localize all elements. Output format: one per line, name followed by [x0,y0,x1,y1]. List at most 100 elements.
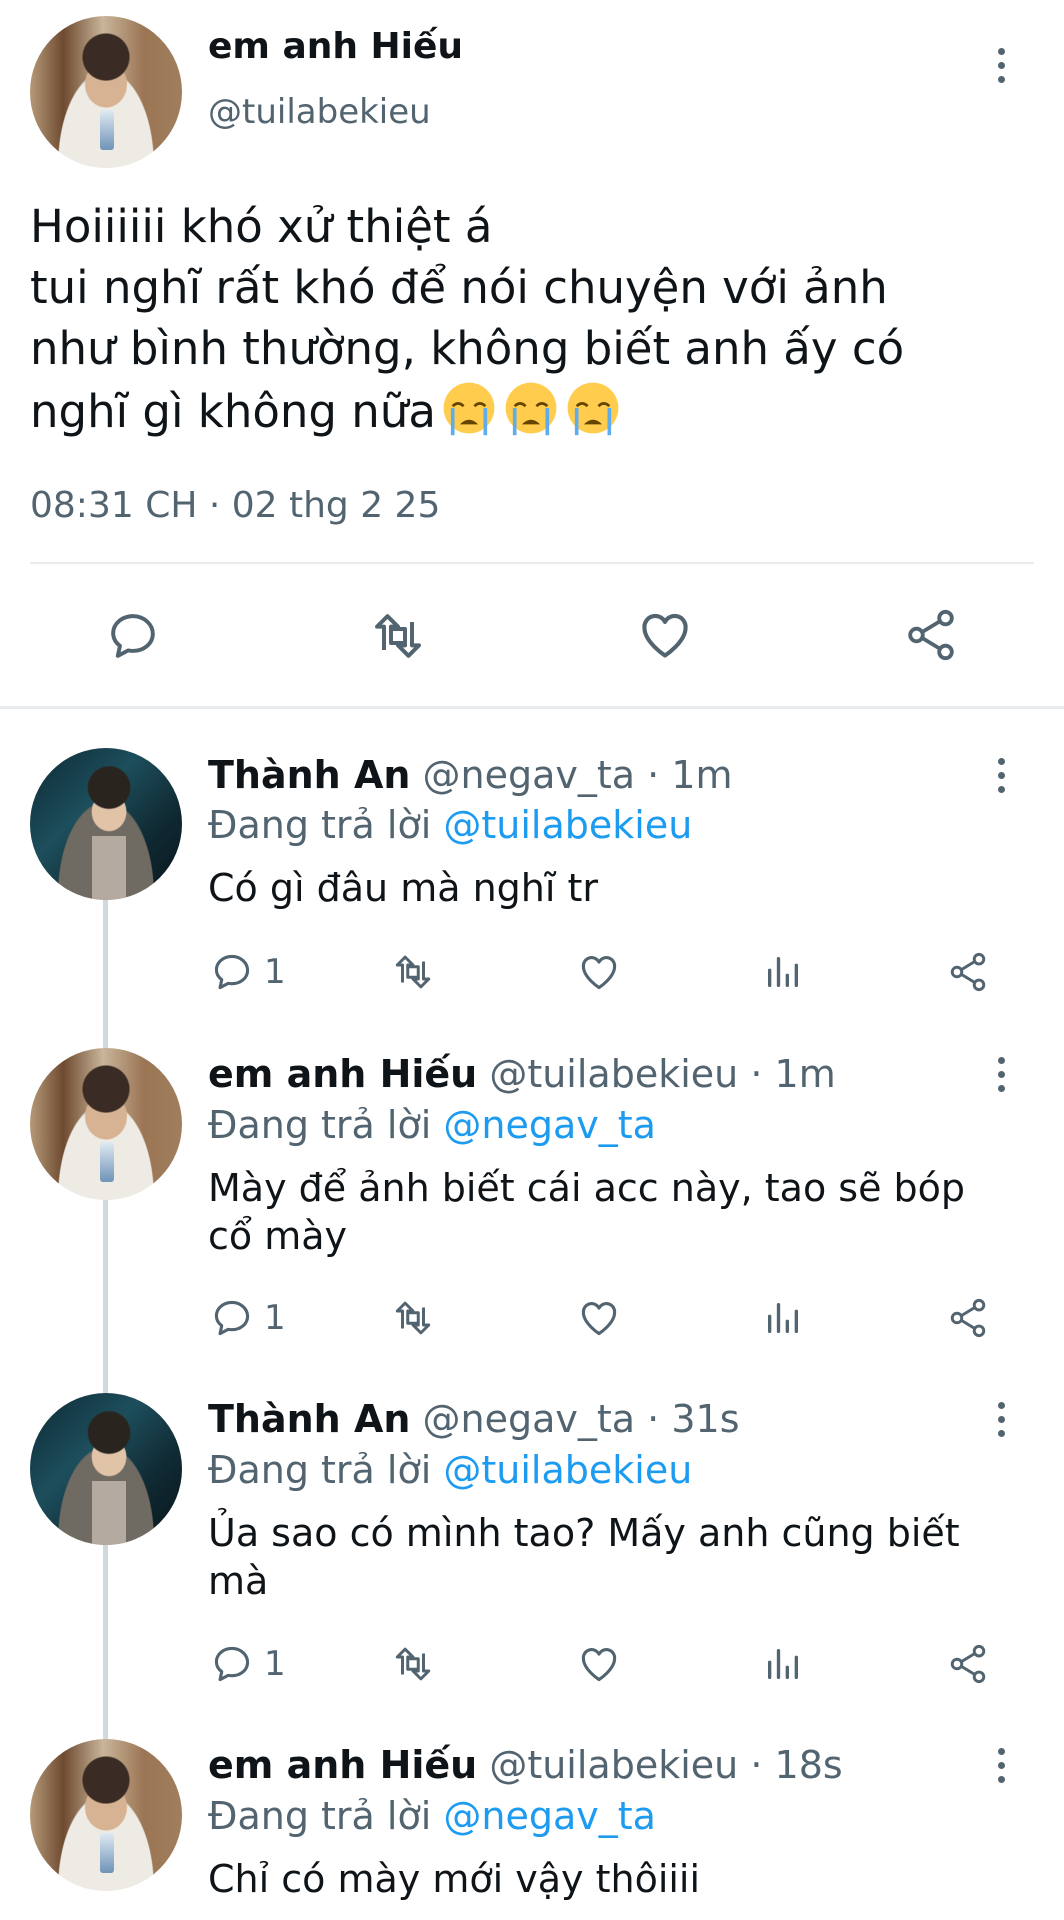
heart-icon [581,1648,617,1682]
main-author-name[interactable]: em anh Hiếu [208,26,463,67]
reply-views-button[interactable] [763,1644,803,1684]
reply-views-button[interactable] [763,952,803,992]
reply-author-handle[interactable]: @tuilabekieu [489,1743,738,1787]
main-share-button[interactable] [902,606,960,664]
reply-separator: · [750,1743,763,1787]
main-tweet-line: tui nghĩ rất khó để nói chuyện với ảnh [30,261,888,314]
main-retweet-button[interactable] [368,608,428,664]
reply-mention-link[interactable]: @negav_ta [443,1794,656,1838]
bar-chart-icon [768,1649,798,1679]
reply-reply-button[interactable]: 1 [210,1296,286,1340]
speech-bubble-icon [214,954,250,990]
reply-author-avatar[interactable] [30,1739,182,1891]
reply-more-options-icon[interactable] [996,1057,1006,1092]
reply-count: 1 [264,952,286,992]
reply-text: Ủa sao có mình tao? Mấy anh cũng biết mà [208,1511,960,1603]
divider [30,562,1034,564]
reply-time[interactable]: 1m [775,1052,836,1096]
reply-like-button[interactable] [577,1642,621,1686]
reply-retweet-button[interactable] [390,1643,436,1685]
share-icon [950,952,986,992]
reply-time[interactable]: 1m [671,753,732,797]
reply-text: Có gì đâu mà nghĩ tr [208,866,599,910]
reply-author-avatar[interactable] [30,1048,182,1200]
retweet-icon [395,1301,431,1335]
main-reply-button[interactable] [105,608,161,664]
reply-mention-link[interactable]: @tuilabekieu [443,1448,692,1492]
main-more-options-icon[interactable] [996,48,1006,83]
reply-author-name[interactable]: em anh Hiếu [208,1743,477,1787]
main-tweet-line-last: nghĩ gì không nữa [30,379,1040,442]
crying-face-emoji-icon [567,382,619,436]
tweet-detail-page: em anh Hiếu @tuilabekieu Hoiiiiii khó xử… [0,0,1064,1920]
replying-label: Đang trả lời [208,803,432,847]
crying-face-emoji-icon [443,382,495,436]
reply-views-button[interactable] [763,1298,803,1338]
reply-separator: · [647,753,660,797]
reply-author-handle[interactable]: @tuilabekieu [489,1052,738,1096]
reply-time[interactable]: 18s [775,1743,843,1787]
reply-header: em anh Hiếu @tuilabekieu · 1m [208,1052,836,1096]
retweet-icon [395,955,431,989]
reply-text: Mày để ảnh biết cái acc này, tao sẽ bóp … [208,1166,966,1258]
main-like-button[interactable] [636,606,694,664]
replying-to: Đang trả lời @tuilabekieu [208,1448,692,1492]
main-tweet-line: Hoiiiiii khó xử thiệt á [30,200,493,253]
reply-count: 1 [264,1644,286,1684]
reply-reply-button[interactable]: 1 [210,1642,286,1686]
reply-share-button[interactable] [946,1296,990,1340]
retweet-icon [395,1647,431,1681]
replying-label: Đang trả lời [208,1794,432,1838]
share-icon [908,609,954,661]
heart-icon [642,613,688,658]
reply-header: Thành An @negav_ta · 31s [208,1397,740,1441]
share-icon [950,1298,986,1338]
speech-bubble-icon [214,1646,250,1682]
reply-author-name[interactable]: Thành An [208,1397,410,1441]
main-tweet-timestamp[interactable]: 08:31 CH · 02 thg 2 25 [30,485,440,526]
reply-retweet-button[interactable] [390,1297,436,1339]
thread-line [103,1200,108,1395]
reply-header: em anh Hiếu @tuilabekieu · 18s [208,1743,843,1787]
reply-author-name[interactable]: Thành An [208,753,410,797]
main-author-avatar[interactable] [30,16,182,168]
reply-retweet-button[interactable] [390,951,436,993]
reply-author-avatar[interactable] [30,1393,182,1545]
replying-to: Đang trả lời @tuilabekieu [208,803,692,847]
replying-label: Đang trả lời [208,1103,432,1147]
speech-bubble-icon [111,614,155,658]
main-tweet-text: Hoiiiiii khó xử thiệt á tui nghĩ rất khó… [30,196,1040,442]
reply-count: 1 [264,1298,286,1338]
reply-mention-link[interactable]: @negav_ta [443,1103,656,1147]
main-author-handle[interactable]: @tuilabekieu [208,92,431,132]
replying-label: Đang trả lời [208,1448,432,1492]
reply-like-button[interactable] [577,1296,621,1340]
thread-line [103,900,108,1050]
reply-like-button[interactable] [577,950,621,994]
reply-more-options-icon[interactable] [996,758,1006,793]
reply-header: Thành An @negav_ta · 1m [208,753,733,797]
main-tweet-line: như bình thường, không biết anh ấy có [30,322,905,375]
heart-icon [581,1302,617,1336]
speech-bubble-icon [214,1300,250,1336]
heart-icon [581,956,617,990]
reply-mention-link[interactable]: @tuilabekieu [443,803,692,847]
reply-separator: · [647,1397,660,1441]
reply-share-button[interactable] [946,950,990,994]
reply-author-name[interactable]: em anh Hiếu [208,1052,477,1096]
reply-author-handle[interactable]: @negav_ta [423,1397,636,1441]
reply-more-options-icon[interactable] [996,1402,1006,1437]
reply-more-options-icon[interactable] [996,1748,1006,1783]
reply-time[interactable]: 31s [671,1397,739,1441]
share-icon [950,1644,986,1684]
reply-separator: · [750,1052,763,1096]
reply-author-avatar[interactable] [30,748,182,900]
crying-face-emoji-icon [505,382,557,436]
main-tweet-line: nghĩ gì không nữa [30,385,436,438]
replying-to: Đang trả lời @negav_ta [208,1794,656,1838]
retweet-icon [375,614,421,658]
reply-reply-button[interactable]: 1 [210,950,286,994]
reply-share-button[interactable] [946,1642,990,1686]
reply-text: Chỉ có mày mới vậy thôiiii [208,1857,701,1901]
reply-author-handle[interactable]: @negav_ta [423,753,636,797]
